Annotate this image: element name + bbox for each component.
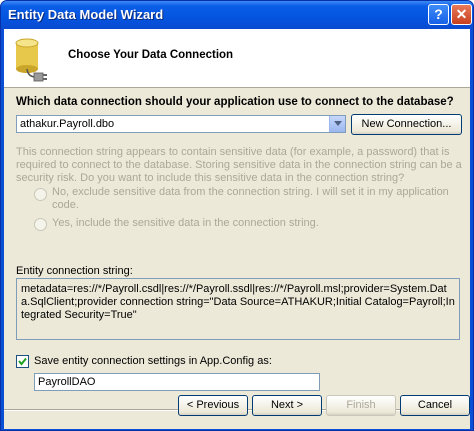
help-button[interactable]: ? <box>428 4 449 25</box>
dropdown-arrow-icon[interactable] <box>329 116 345 132</box>
config-name-input[interactable]: PayrollDAO <box>34 373 320 391</box>
database-plug-icon <box>15 38 47 82</box>
wizard-window: Entity Data Model Wizard ? ✕ Choose Your… <box>0 0 474 431</box>
new-connection-button[interactable]: New Connection... <box>351 114 462 135</box>
cancel-button[interactable]: Cancel <box>400 395 470 416</box>
checkmark-icon <box>18 357 27 366</box>
entity-connection-label: Entity connection string: <box>16 265 133 277</box>
include-sensitive-label: Yes, include the sensitive data in the c… <box>52 217 319 229</box>
next-button[interactable]: Next > <box>252 395 322 416</box>
entity-connection-string-field[interactable]: metadata=res://*/Payroll.csdl|res://*/Pa… <box>16 278 460 340</box>
connection-dropdown[interactable]: athakur.Payroll.dbo <box>16 115 346 133</box>
save-config-label: Save entity connection settings in App.C… <box>34 355 272 367</box>
previous-button[interactable]: < Previous <box>178 395 248 416</box>
wizard-header: Choose Your Data Connection <box>4 29 470 88</box>
window-title: Entity Data Model Wizard <box>8 7 164 22</box>
exclude-sensitive-label-line1: No, exclude sensitive data from the conn… <box>52 186 449 198</box>
sensitive-data-description: This connection string appears to contai… <box>16 146 462 184</box>
exclude-sensitive-label-line2: code. <box>52 199 79 211</box>
include-sensitive-radio[interactable] <box>34 218 47 231</box>
connection-selected-value: athakur.Payroll.dbo <box>20 118 115 130</box>
exclude-sensitive-radio[interactable] <box>34 188 47 201</box>
save-config-checkbox[interactable] <box>16 355 29 368</box>
finish-button[interactable]: Finish <box>326 395 396 416</box>
title-bar[interactable]: Entity Data Model Wizard ? ✕ <box>1 1 473 29</box>
close-button[interactable]: ✕ <box>451 4 472 25</box>
connection-question: Which data connection should your applic… <box>16 96 454 108</box>
page-title: Choose Your Data Connection <box>68 49 234 61</box>
dialog-body: Choose Your Data Connection Which data c… <box>4 29 470 429</box>
